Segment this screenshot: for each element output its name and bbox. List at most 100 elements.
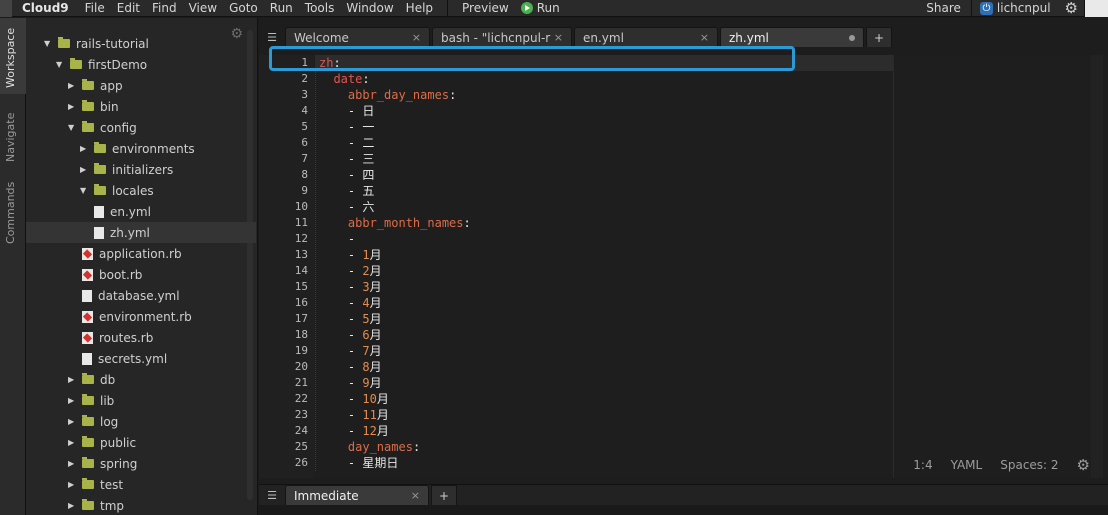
line-number[interactable]: 18 (259, 327, 314, 343)
line-number[interactable]: 26 (259, 455, 314, 471)
line-number[interactable]: 3 (259, 87, 314, 103)
editor-settings-gear-icon[interactable]: ⚙ (1077, 456, 1090, 474)
code-line[interactable]: date: (315, 71, 893, 87)
code-editor[interactable]: 1 2 3 4 5 6 7 8 9 10 11 12 13 14 15 16 17 18 19 20 21 22 23 24 2… (259, 55, 1108, 478)
app-brand[interactable]: Cloud9 (12, 1, 79, 15)
line-number[interactable]: 12 (259, 231, 314, 247)
tree-item[interactable]: secrets.yml (26, 348, 256, 369)
line-number[interactable]: 14 (259, 263, 314, 279)
code-line[interactable]: abbr_day_names: (315, 87, 893, 103)
tree-item[interactable]: ▶ initializers (26, 159, 256, 180)
caret-right-icon[interactable]: ▶ (80, 144, 88, 153)
menu-find[interactable]: Find (146, 1, 183, 15)
code-line[interactable]: - 8月 (315, 359, 893, 375)
tree-item[interactable]: database.yml (26, 285, 256, 306)
code-line[interactable]: day_names: (315, 439, 893, 455)
tree-item[interactable]: ▶ public (26, 432, 256, 453)
line-number[interactable]: 8 (259, 167, 314, 183)
code-line[interactable]: - 11月 (315, 407, 893, 423)
tree-item[interactable]: ▼ rails-tutorial (26, 33, 256, 54)
tree-item[interactable]: ▶ bin (26, 96, 256, 117)
code-line[interactable]: - 六 (315, 199, 893, 215)
gear-icon[interactable]: ⚙ (1059, 0, 1084, 17)
line-number[interactable]: 22 (259, 391, 314, 407)
code-line[interactable]: - 3月 (315, 279, 893, 295)
menu-file[interactable]: File (79, 1, 111, 15)
line-number[interactable]: 11 (259, 215, 314, 231)
line-number[interactable]: 20 (259, 359, 314, 375)
line-number[interactable]: 10 (259, 199, 314, 215)
line-number[interactable]: 4 (259, 103, 314, 119)
code-line[interactable]: - 星期日 (315, 455, 893, 471)
line-number[interactable]: 21 (259, 375, 314, 391)
new-console-tab-button[interactable]: + (431, 485, 457, 505)
line-number[interactable]: 16 (259, 295, 314, 311)
caret-right-icon[interactable]: ▶ (68, 459, 76, 468)
close-icon[interactable]: × (412, 31, 421, 44)
code-line[interactable]: - 9月 (315, 375, 893, 391)
rail-tab-workspace[interactable]: Workspace (0, 18, 26, 94)
menu-tools[interactable]: Tools (299, 1, 341, 15)
caret-down-icon[interactable]: ▼ (56, 60, 64, 69)
tree-item[interactable]: ▶ log (26, 411, 256, 432)
line-number[interactable]: 25 (259, 439, 314, 455)
tree-item[interactable]: environment.rb (26, 306, 256, 327)
editor-tab[interactable]: zh.yml (720, 27, 864, 47)
code-line[interactable]: - 5月 (315, 311, 893, 327)
console-output[interactable] (259, 505, 1108, 515)
caret-down-icon[interactable]: ▼ (44, 39, 52, 48)
caret-right-icon[interactable]: ▶ (68, 375, 76, 384)
cursor-position[interactable]: 1:4 (913, 458, 932, 472)
code-line[interactable]: - 10月 (315, 391, 893, 407)
tree-item[interactable]: routes.rb (26, 327, 256, 348)
line-number[interactable]: 23 (259, 407, 314, 423)
code-line[interactable]: - (315, 231, 893, 247)
line-number[interactable]: 24 (259, 423, 314, 439)
line-number[interactable]: 17 (259, 311, 314, 327)
editor-tab[interactable]: bash - "lichcnpul-rails× (432, 27, 572, 47)
tree-item[interactable]: ▶ lib (26, 390, 256, 411)
menu-window[interactable]: Window (340, 1, 399, 15)
caret-right-icon[interactable]: ▶ (68, 501, 76, 510)
unsaved-dot-icon[interactable] (849, 34, 855, 41)
code-line[interactable]: abbr_month_names: (315, 215, 893, 231)
tree-item[interactable]: ▶ db (26, 369, 256, 390)
tree-item[interactable]: ▼ locales (26, 180, 256, 201)
caret-right-icon[interactable]: ▶ (68, 417, 76, 426)
line-number[interactable]: 19 (259, 343, 314, 359)
caret-right-icon[interactable]: ▶ (68, 102, 76, 111)
code-line[interactable]: - 一 (315, 119, 893, 135)
code-line[interactable]: - 4月 (315, 295, 893, 311)
code-line[interactable]: - 五 (315, 183, 893, 199)
tree-item[interactable]: boot.rb (26, 264, 256, 285)
console-tab-menu-icon[interactable]: ☰ (259, 485, 285, 505)
code-line[interactable]: - 12月 (315, 423, 893, 439)
code-line[interactable]: - 6月 (315, 327, 893, 343)
tree-item[interactable]: ▶ app (26, 75, 256, 96)
menu-help[interactable]: Help (400, 1, 439, 15)
tree-item[interactable]: en.yml (26, 201, 256, 222)
code-line[interactable]: - 二 (315, 135, 893, 151)
line-number[interactable]: 7 (259, 151, 314, 167)
close-icon[interactable]: × (554, 31, 563, 44)
tree-item[interactable]: ▶ tmp (26, 495, 256, 515)
caret-right-icon[interactable]: ▶ (68, 396, 76, 405)
close-icon[interactable]: × (411, 489, 420, 502)
code-line[interactable]: - 7月 (315, 343, 893, 359)
menu-goto[interactable]: Goto (223, 1, 264, 15)
run-button[interactable]: Run (515, 1, 566, 15)
new-tab-button[interactable]: + (866, 27, 892, 47)
caret-down-icon[interactable]: ▼ (68, 123, 76, 132)
editor-scrollbar[interactable] (1091, 55, 1103, 478)
line-number[interactable]: 9 (259, 183, 314, 199)
menu-run[interactable]: Run (264, 1, 299, 15)
caret-down-icon[interactable]: ▼ (80, 186, 88, 195)
line-number[interactable]: 13 (259, 247, 314, 263)
line-number[interactable]: 2 (259, 71, 314, 87)
tree-item[interactable]: ▶ test (26, 474, 256, 495)
code-lines[interactable]: zh: date: abbr_day_names: - 日 - 一 - 二 - … (315, 55, 893, 471)
menu-view[interactable]: View (183, 1, 223, 15)
tree-item[interactable]: ▶ spring (26, 453, 256, 474)
caret-right-icon[interactable]: ▶ (68, 480, 76, 489)
line-number[interactable]: 6 (259, 135, 314, 151)
